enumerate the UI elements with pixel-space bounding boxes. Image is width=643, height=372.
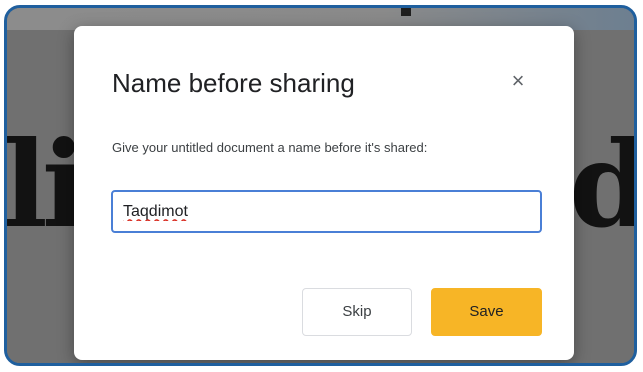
background-document-text-left: li: [4, 115, 87, 254]
top-mark: [401, 8, 411, 16]
background-document-text-right: d: [569, 126, 634, 244]
dialog-title: Name before sharing: [112, 68, 355, 98]
skip-button[interactable]: Skip: [302, 288, 412, 336]
name-before-sharing-dialog: Name before sharing × Give your untitled…: [74, 26, 574, 360]
dialog-description: Give your untitled document a name befor…: [112, 140, 428, 155]
save-button[interactable]: Save: [431, 288, 542, 336]
screenshot-frame: li d Name before sharing × Give your unt…: [4, 5, 637, 366]
document-name-input[interactable]: [111, 190, 542, 233]
close-icon[interactable]: ×: [507, 70, 529, 92]
